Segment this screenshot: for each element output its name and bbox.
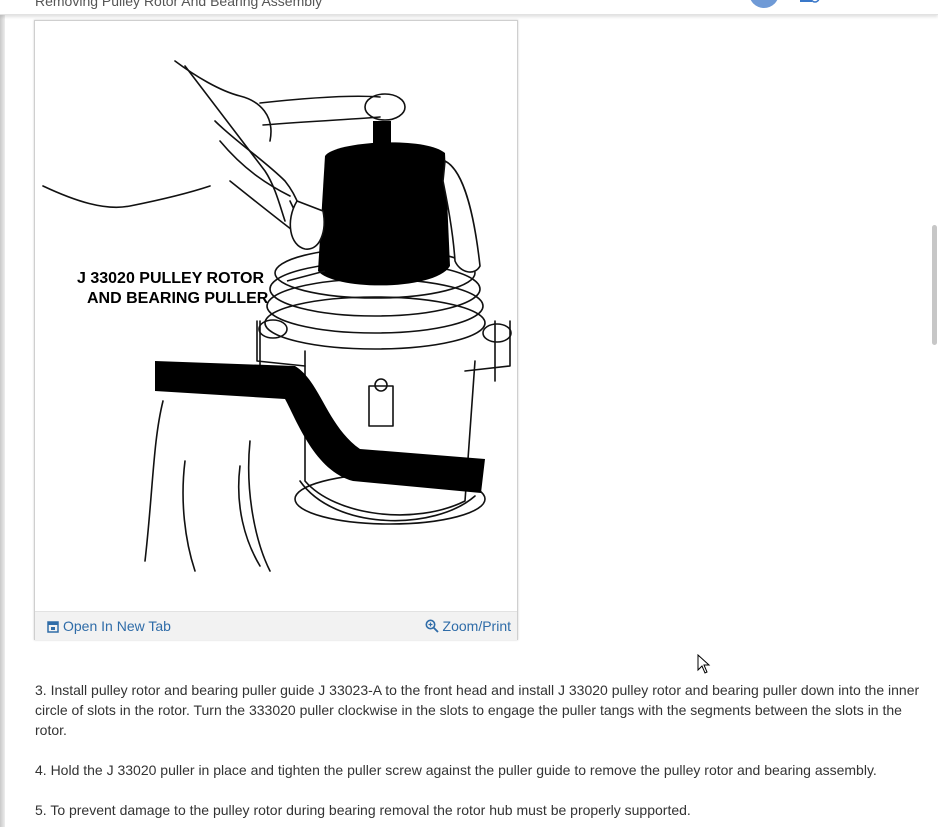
zoom-print-link[interactable]: Zoom/Print	[425, 618, 511, 634]
callout-line-1: J 33020 PULLEY ROTOR	[77, 270, 264, 287]
open-in-new-tab-label: Open In New Tab	[63, 618, 171, 634]
step-3: 3. Install pulley rotor and bearing pull…	[35, 682, 920, 738]
step-4: 4. Hold the J 33020 puller in place and …	[35, 762, 877, 778]
open-in-new-tab-icon	[47, 621, 59, 633]
instruction-steps: 3. Install pulley rotor and bearing pull…	[35, 680, 920, 840]
open-in-new-tab-link[interactable]: Open In New Tab	[47, 618, 171, 634]
top-toolbar: Removing Pulley Rotor And Bearing Assemb…	[0, 0, 938, 15]
callout-line-2: AND BEARING PULLER	[87, 290, 269, 307]
figure-footer: Open In New Tab Zoom/Print	[35, 611, 517, 640]
scrollbar-thumb[interactable]	[932, 225, 937, 345]
pulley-puller-illustration: J 33020 PULLEY ROTOR AND BEARING PULLER	[42, 60, 512, 572]
magnifier-zoom-icon	[425, 619, 439, 633]
figure-title: Removing Pulley Rotor And Bearing Assemb…	[35, 0, 323, 9]
left-panel-edge	[0, 14, 5, 827]
figure-card: J 33020 PULLEY ROTOR AND BEARING PULLER …	[34, 20, 518, 640]
step-5: 5. To prevent damage to the pulley rotor…	[35, 802, 691, 818]
zoom-print-label: Zoom/Print	[442, 618, 511, 634]
mouse-cursor-icon	[697, 654, 711, 674]
user-avatar[interactable]	[749, 0, 779, 8]
notification-icon[interactable]	[799, 0, 821, 6]
